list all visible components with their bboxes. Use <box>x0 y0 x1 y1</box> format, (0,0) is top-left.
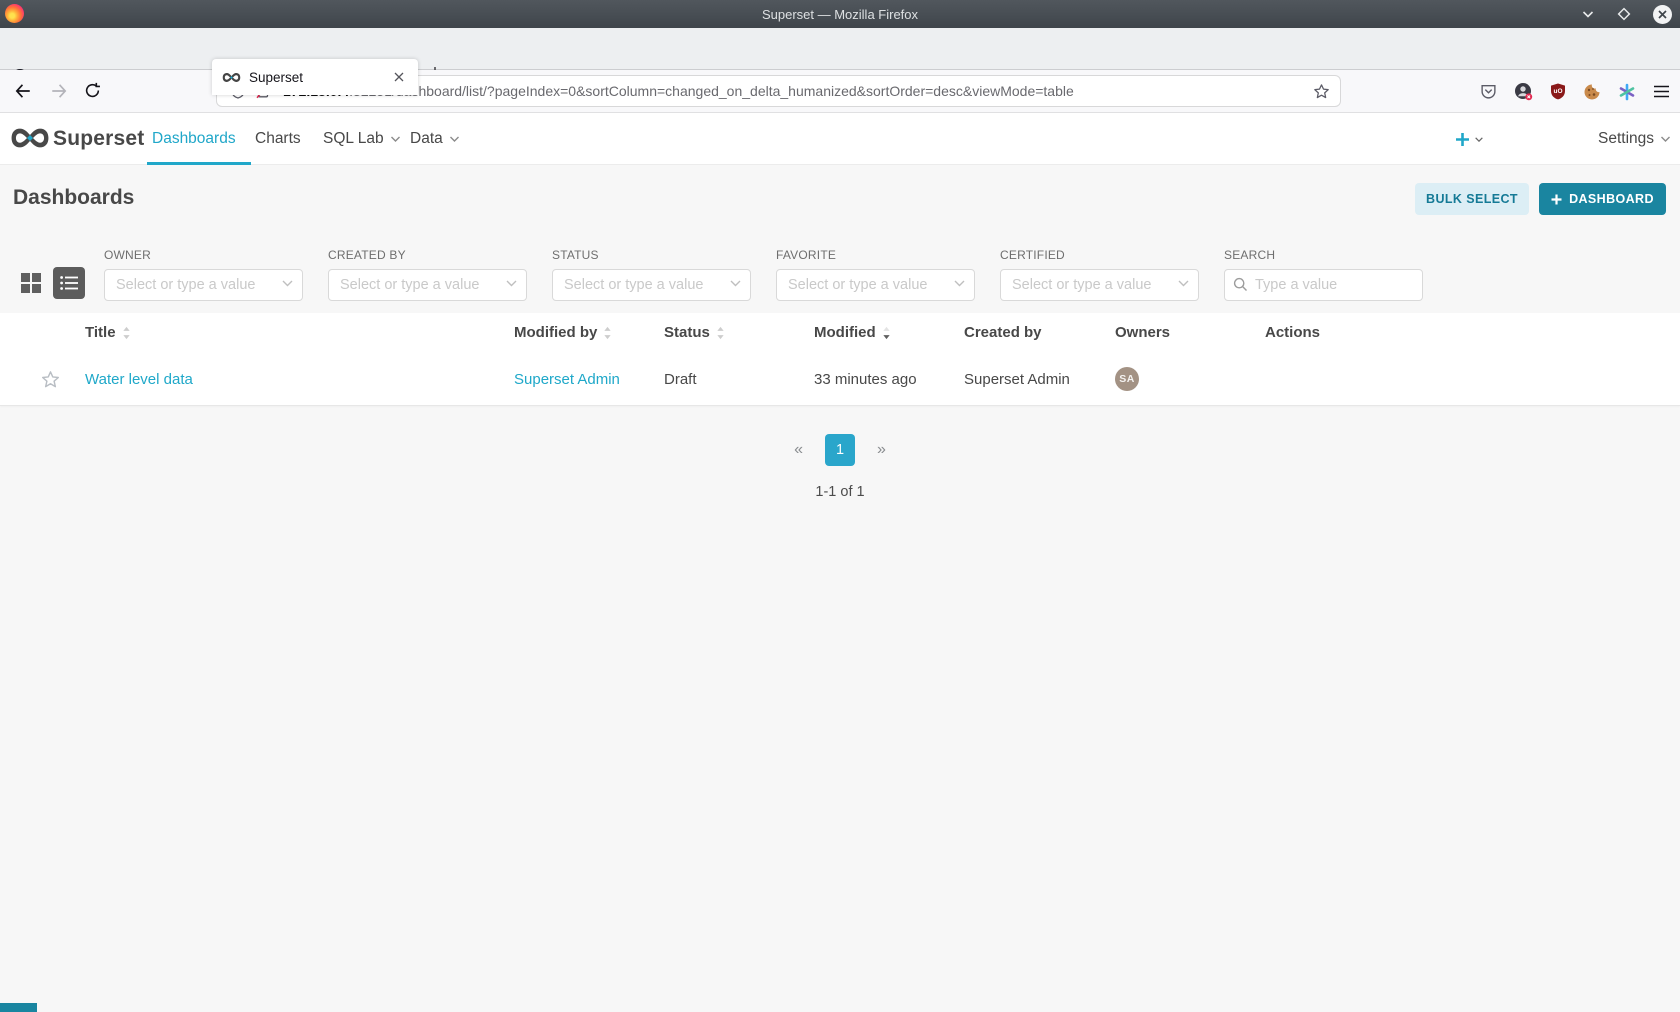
modified-cell: 33 minutes ago <box>814 371 964 388</box>
svg-text:uO: uO <box>1553 88 1562 95</box>
created-by-select[interactable] <box>328 269 527 301</box>
bulk-select-button[interactable]: BULK SELECT <box>1415 183 1529 215</box>
superset-logo-icon[interactable] <box>10 126 50 150</box>
favorite-cell <box>16 370 85 389</box>
screen: Superset — Mozilla Firefox Apache D <box>0 0 1680 1012</box>
owner-select-input[interactable] <box>104 269 303 301</box>
page-title: Dashboards <box>13 186 134 210</box>
new-item-menu[interactable] <box>1455 113 1483 165</box>
column-header-status[interactable]: Status <box>664 324 814 341</box>
column-header-actions: Actions <box>1265 324 1680 341</box>
tab-close-icon[interactable] <box>390 68 408 86</box>
filter-label: SEARCH <box>1224 248 1423 262</box>
asterisk-extension-icon[interactable] <box>1618 83 1636 101</box>
window-title: Superset — Mozilla Firefox <box>0 7 1680 22</box>
filter-favorite: FAVORITE <box>776 248 975 301</box>
caret-down-icon <box>1661 136 1670 142</box>
certified-select-input[interactable] <box>1000 269 1199 301</box>
dashboards-table: Title Modified by Status Modified <box>0 313 1680 406</box>
modified-by-link[interactable]: Superset Admin <box>514 371 620 388</box>
next-page-button[interactable]: » <box>877 441 886 459</box>
column-header-created-by: Created by <box>964 324 1115 341</box>
search-input[interactable] <box>1224 269 1423 301</box>
filter-created-by: CREATED BY <box>328 248 527 301</box>
pocket-icon[interactable] <box>1480 83 1497 100</box>
sort-desc-icon <box>882 326 891 340</box>
card-view-icon[interactable] <box>20 272 42 294</box>
search-box[interactable] <box>1224 269 1423 301</box>
list-view-icon[interactable] <box>53 267 85 299</box>
nav-data[interactable]: Data <box>410 113 459 165</box>
filter-owner: OWNER <box>104 248 303 301</box>
prev-page-button[interactable]: « <box>794 441 803 459</box>
created-by-select-input[interactable] <box>328 269 527 301</box>
column-header-title[interactable]: Title <box>85 324 514 341</box>
page-1-button[interactable]: 1 <box>825 434 855 466</box>
favorite-star-icon[interactable] <box>41 370 60 389</box>
tab-bar: Apache Druid Superset <box>0 28 1680 70</box>
column-header-owners: Owners <box>1115 324 1265 341</box>
certified-select[interactable] <box>1000 269 1199 301</box>
superset-favicon <box>222 72 241 83</box>
column-header-modified-by[interactable]: Modified by <box>514 324 664 341</box>
filter-certified: CERTIFIED <box>1000 248 1199 301</box>
menu-hamburger-icon[interactable] <box>1653 84 1670 99</box>
nav-dashboards[interactable]: Dashboards <box>152 113 236 165</box>
firefox-logo-icon <box>5 4 24 23</box>
status-select-input[interactable] <box>552 269 751 301</box>
nav-active-underline <box>147 162 251 165</box>
pagination: « 1 » <box>0 434 1680 466</box>
tab-superset[interactable]: Superset <box>212 59 418 95</box>
account-extension-icon[interactable] <box>1514 82 1533 101</box>
column-header-modified[interactable]: Modified <box>814 324 964 341</box>
table-row: Water level data Superset Admin Draft 33… <box>0 352 1680 406</box>
app-navbar: Superset Dashboards Charts SQL Lab Data <box>0 113 1680 165</box>
filter-search: SEARCH <box>1224 248 1423 301</box>
brand-name[interactable]: Superset <box>53 127 144 151</box>
new-dashboard-button[interactable]: DASHBOARD <box>1539 183 1666 215</box>
nav-charts[interactable]: Charts <box>255 113 301 165</box>
cookie-extension-icon[interactable] <box>1583 83 1601 101</box>
filter-label: CERTIFIED <box>1000 248 1199 262</box>
created-by-cell: Superset Admin <box>964 371 1115 388</box>
status-select[interactable] <box>552 269 751 301</box>
minimize-icon[interactable] <box>1581 7 1595 21</box>
plus-icon <box>1455 132 1470 147</box>
tab-title: Superset <box>249 70 390 85</box>
status-cell: Draft <box>664 371 814 388</box>
close-icon[interactable] <box>1653 5 1672 24</box>
sort-icon <box>122 326 131 340</box>
window-titlebar: Superset — Mozilla Firefox <box>0 0 1680 28</box>
settings-menu[interactable]: Settings <box>1598 113 1670 165</box>
favorite-select-input[interactable] <box>776 269 975 301</box>
plus-icon <box>1551 194 1562 205</box>
maximize-icon[interactable] <box>1617 7 1631 21</box>
caret-down-icon <box>391 136 400 142</box>
sort-icon <box>716 326 725 340</box>
filter-label: CREATED BY <box>328 248 527 262</box>
sort-icon <box>603 326 612 340</box>
row-count-summary: 1-1 of 1 <box>0 484 1680 500</box>
filter-label: OWNER <box>104 248 303 262</box>
caret-down-icon <box>450 136 459 142</box>
owner-avatar[interactable]: SA <box>1115 367 1139 391</box>
url-text: 172.18.0.4:32251/dashboard/list/?pageInd… <box>283 83 1303 99</box>
caret-down-icon <box>1475 137 1483 142</box>
forward-icon[interactable] <box>50 82 68 100</box>
filter-status: STATUS <box>552 248 751 301</box>
dashboard-title-link[interactable]: Water level data <box>85 371 193 388</box>
filter-label: STATUS <box>552 248 751 262</box>
browser-status-strip <box>0 1003 37 1012</box>
filter-label: FAVORITE <box>776 248 975 262</box>
table-header-row: Title Modified by Status Modified <box>0 313 1680 352</box>
owner-select[interactable] <box>104 269 303 301</box>
url-path: :32251/dashboard/list/?pageIndex=0&sortC… <box>349 83 1074 99</box>
back-icon[interactable] <box>14 82 32 100</box>
nav-sql-lab[interactable]: SQL Lab <box>323 113 400 165</box>
ublock-origin-icon[interactable]: uO <box>1550 83 1566 100</box>
bookmark-star-icon[interactable] <box>1313 83 1330 100</box>
reload-icon[interactable] <box>84 82 101 99</box>
favorite-select[interactable] <box>776 269 975 301</box>
